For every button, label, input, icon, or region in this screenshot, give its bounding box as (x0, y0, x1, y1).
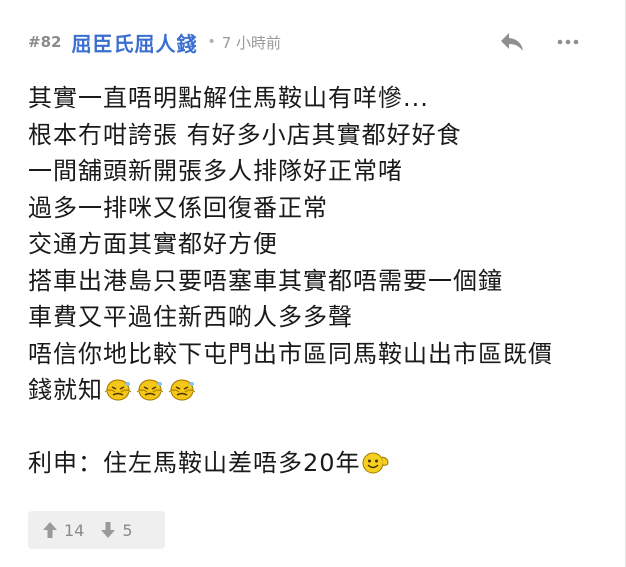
username-link[interactable]: 屈臣氏屈人錢 (71, 28, 197, 57)
content-line-with-emoji: 利申：住左馬鞍山差唔多20年 (28, 445, 598, 482)
vote-bar: 14 5 (28, 511, 165, 549)
post-card: #82 屈臣氏屈人錢 • 7 小時前 其實一直唔明點解住馬鞍山有咩慘... 根本… (0, 0, 626, 567)
post-actions (495, 27, 585, 57)
content-line: 交通方面其實都好方便 (28, 230, 278, 258)
content-line: 一間舖頭新開張多人排隊好正常啫 (28, 157, 403, 185)
content-text: 利申：住左馬鞍山差唔多20年 (28, 449, 361, 477)
downvote-count: 5 (122, 520, 133, 540)
sweat-emoji-icon (167, 376, 197, 413)
smile-emoji-icon (361, 449, 391, 486)
content-line: 唔信你地比較下屯門出市區同馬鞍山出市區既價 (28, 339, 553, 368)
upvote-button[interactable]: 14 (28, 511, 84, 549)
content-line: 其實一直唔明點解住馬鞍山有咩慘... (28, 84, 429, 112)
content-line: 車費又平過住新西啲人多多聲 (28, 303, 353, 331)
more-button[interactable] (551, 27, 585, 57)
content-text: 錢就知 (28, 376, 103, 404)
thumb-up-arrow-icon (43, 522, 57, 538)
upvote-count: 14 (64, 520, 85, 540)
content-line: 搭車出港島只要唔塞車其實都唔需要一個鐘 (28, 266, 503, 295)
reply-icon (501, 33, 523, 51)
content-line-with-emoji: 錢就知 (28, 372, 598, 409)
content-line: 根本冇咁誇張 有好多小店其實都好好食 (28, 120, 462, 149)
post-content: 其實一直唔明點解住馬鞍山有咩慘... 根本冇咁誇張 有好多小店其實都好好食 一間… (28, 80, 598, 482)
post-number: #82 (28, 33, 62, 51)
downvote-button[interactable]: 5 (84, 511, 133, 549)
more-icon (557, 39, 579, 45)
meta-separator: • (207, 34, 216, 50)
content-line: 過多一排咪又係回復番正常 (28, 193, 328, 222)
sweat-emoji-icon (103, 376, 133, 413)
post-header: #82 屈臣氏屈人錢 • 7 小時前 (28, 24, 585, 60)
sweat-emoji-icon (135, 376, 165, 413)
reply-button[interactable] (495, 27, 529, 57)
post-time: 7 小時前 (221, 33, 282, 52)
thumb-down-arrow-icon (101, 522, 116, 538)
